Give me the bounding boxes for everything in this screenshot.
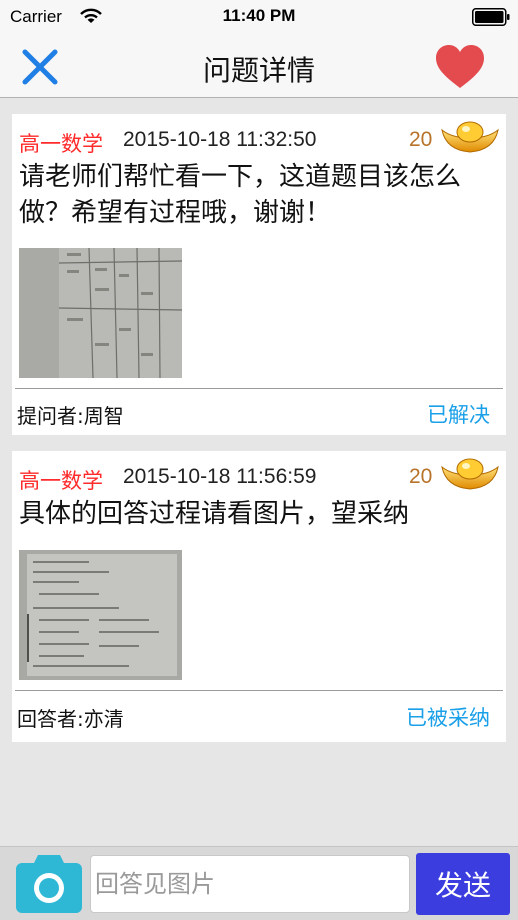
divider (15, 388, 503, 389)
reward-points: 20 (409, 465, 433, 488)
question-card: 高一数学 2015-10-18 11:32:50 20 请老师们帮忙看一下，这道… (12, 114, 506, 435)
reward-points: 20 (409, 128, 433, 151)
status-time: 11:40 PM (222, 6, 296, 25)
post-time: 2015-10-18 11:32:50 (123, 128, 317, 151)
asker-label: 提问者:周智 (17, 404, 124, 428)
divider (15, 690, 503, 691)
gold-ingot-icon (441, 121, 499, 153)
answerer-label: 回答者:亦清 (17, 707, 124, 731)
subject-tag: 高一数学 (19, 133, 103, 156)
answer-card: 高一数学 2015-10-18 11:56:59 20 具体的回答过程请看图片，… (12, 451, 506, 742)
accepted-status[interactable]: 已被采纳 (406, 702, 490, 732)
subject-tag: 高一数学 (19, 470, 103, 493)
question-text: 请老师们帮忙看一下，这道题目该怎么做？希望有过程哦，谢谢！ (19, 162, 462, 228)
post-time: 2015-10-18 11:56:59 (123, 465, 317, 488)
gold-ingot-icon (441, 458, 499, 490)
question-photo[interactable] (19, 248, 182, 378)
camera-icon[interactable] (16, 855, 82, 913)
solved-status[interactable]: 已解决 (427, 399, 490, 429)
status-bar: Carrier 11:40 PM (0, 0, 518, 34)
answer-input[interactable] (90, 855, 410, 913)
bottom-input-bar: 发送 (0, 846, 518, 920)
battery-icon (472, 8, 510, 26)
send-button[interactable]: 发送 (416, 853, 510, 915)
navigation-bar: 问题详情 (0, 34, 518, 98)
answer-text: 具体的回答过程请看图片，望采纳 (19, 499, 410, 529)
heart-icon[interactable] (434, 44, 486, 90)
answer-photo[interactable] (19, 550, 182, 680)
